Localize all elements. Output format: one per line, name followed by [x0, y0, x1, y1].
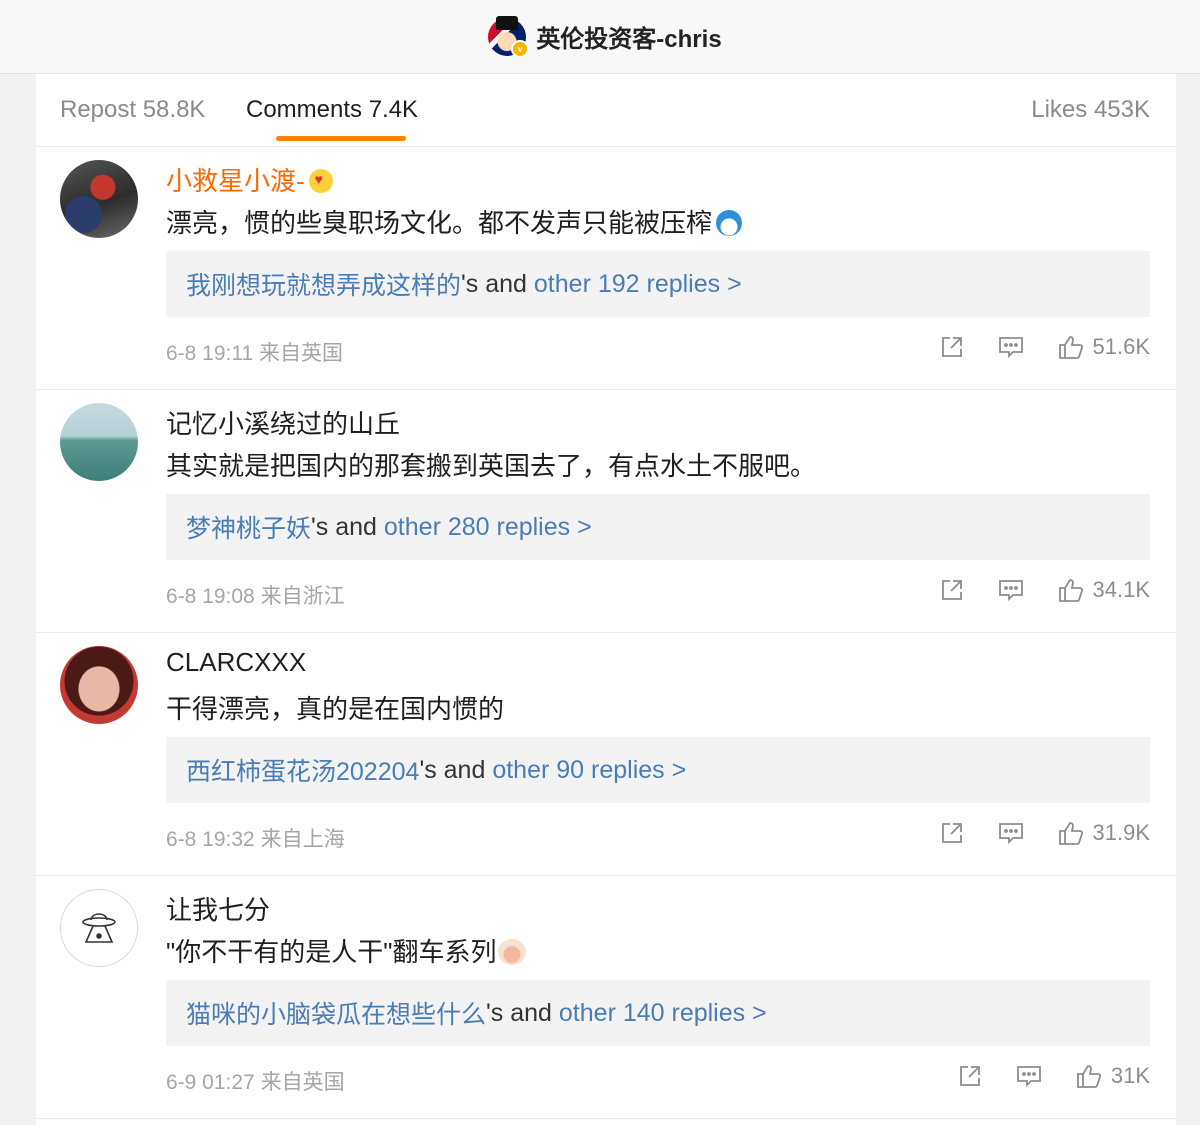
- like-count: 31K: [1110, 1063, 1150, 1088]
- top-bar: v 英伦投资客-chris: [0, 0, 1200, 74]
- reply-button[interactable]: [1015, 1063, 1043, 1089]
- share-button[interactable]: [957, 1063, 983, 1089]
- avatar[interactable]: [60, 646, 138, 724]
- reply-user-link[interactable]: 梦神桃子妖: [186, 509, 311, 545]
- comment-icon: [1016, 1066, 1041, 1088]
- comment-text: 干得漂亮，真的是在国内惯的: [166, 694, 505, 724]
- author-name[interactable]: 英伦投资客-chris: [536, 19, 721, 54]
- tab-repost[interactable]: Repost 58.8K: [60, 96, 205, 124]
- like-count: 31.9K: [1092, 820, 1151, 845]
- ufo-icon: [82, 913, 116, 943]
- comment-text: "你不干有的是人干"翻车系列: [166, 932, 527, 969]
- thumbs-up-icon: [1058, 579, 1083, 602]
- replies-preview[interactable]: 我刚想玩就想弄成这样的's and other 192 replies >: [166, 251, 1150, 317]
- like-count: 34.1K: [1092, 577, 1151, 602]
- comment-item: 小救星小渡- 漂亮，惯的些臭职场文化。都不发声只能被压榨 我刚想玩就想弄成这样的…: [36, 147, 1176, 390]
- author-avatar[interactable]: v: [488, 15, 530, 58]
- commenter-name-text: 小救星小渡-: [166, 166, 305, 196]
- reply-connector: 's and: [486, 998, 559, 1027]
- share-icon: [941, 823, 962, 843]
- more-replies-link[interactable]: other 192 replies >: [534, 270, 742, 299]
- comment-actions: 34.1K: [939, 576, 1151, 604]
- like-button[interactable]: 34.1K: [1057, 576, 1151, 604]
- doraemon-emoji-icon: [716, 210, 743, 236]
- reply-connector: 's and: [311, 512, 384, 541]
- share-icon: [959, 1066, 980, 1086]
- comment-icon: [998, 580, 1023, 602]
- thumbs-up-icon: [1058, 822, 1083, 845]
- fan-badge-icon: [308, 169, 333, 193]
- tab-bar: Repost 58.8K Comments 7.4K Likes 453K: [36, 74, 1176, 147]
- commenter-name[interactable]: 记忆小溪绕过的山丘: [166, 404, 400, 441]
- reply-connector: 's and: [419, 755, 493, 784]
- avatar[interactable]: [60, 889, 138, 967]
- more-replies-link[interactable]: other 90 replies >: [492, 756, 686, 785]
- share-icon: [941, 337, 962, 357]
- commenter-name[interactable]: CLARCXXX: [166, 647, 306, 678]
- comment-text: 漂亮，惯的些臭职场文化。都不发声只能被压榨: [166, 203, 743, 240]
- reply-button[interactable]: [997, 820, 1025, 846]
- active-tab-indicator: [276, 136, 406, 141]
- comment-actions: 51.6K: [939, 333, 1151, 361]
- cow-emoji-icon: [498, 939, 527, 965]
- tab-comments[interactable]: Comments 7.4K: [246, 96, 418, 124]
- like-button[interactable]: 51.6K: [1057, 333, 1151, 361]
- thumbs-up-icon: [1076, 1065, 1101, 1088]
- comment-meta: 6-8 19:11 来自英国: [166, 342, 344, 365]
- thumbs-up-icon: [1058, 336, 1083, 359]
- comment-meta: 6-9 01:27 来自英国: [166, 1071, 345, 1094]
- avatar[interactable]: [60, 403, 138, 481]
- tab-likes[interactable]: Likes 453K: [1031, 96, 1150, 124]
- reply-connector: 's and: [461, 269, 534, 298]
- verified-badge-icon: v: [511, 39, 530, 58]
- comment-item: 让我七分 "你不干有的是人干"翻车系列 猫咪的小脑袋瓜在想些什么's and o…: [36, 876, 1176, 1119]
- share-button[interactable]: [939, 820, 965, 846]
- reply-user-link[interactable]: 我刚想玩就想弄成这样的: [186, 266, 461, 302]
- like-button[interactable]: 31K: [1075, 1062, 1150, 1090]
- share-icon: [941, 580, 962, 600]
- replies-preview[interactable]: 梦神桃子妖's and other 280 replies >: [166, 494, 1150, 560]
- commenter-name[interactable]: 让我七分: [166, 890, 270, 927]
- reply-user-link[interactable]: 猫咪的小脑袋瓜在想些什么: [186, 995, 486, 1031]
- share-button[interactable]: [939, 577, 965, 603]
- comment-icon: [998, 823, 1023, 845]
- comment-actions: 31.9K: [939, 819, 1151, 847]
- comment-icon: [998, 337, 1023, 359]
- reply-button[interactable]: [997, 577, 1025, 603]
- commenter-name[interactable]: 小救星小渡-: [166, 161, 333, 198]
- reply-user-link[interactable]: 西红柿蛋花汤202204: [186, 752, 419, 788]
- comment-item: 记忆小溪绕过的山丘 其实就是把国内的那套搬到英国去了，有点水土不服吧。 梦神桃子…: [36, 390, 1176, 633]
- comment-text-content: 漂亮，惯的些臭职场文化。都不发声只能被压榨: [166, 208, 713, 238]
- comment-item: CLARCXXX 干得漂亮，真的是在国内惯的 西红柿蛋花汤202204's an…: [36, 633, 1176, 876]
- comments-panel: Repost 58.8K Comments 7.4K Likes 453K 小救…: [36, 74, 1176, 1125]
- avatar[interactable]: [60, 160, 138, 238]
- reply-button[interactable]: [997, 334, 1025, 360]
- comment-actions: 31K: [957, 1062, 1150, 1090]
- comment-meta: 6-8 19:32 来自上海: [166, 828, 345, 851]
- replies-preview[interactable]: 西红柿蛋花汤202204's and other 90 replies >: [166, 737, 1150, 803]
- comment-text-content: "你不干有的是人干"翻车系列: [166, 937, 497, 967]
- author-info[interactable]: v 英伦投资客-chris: [488, 15, 722, 58]
- like-button[interactable]: 31.9K: [1057, 819, 1151, 847]
- like-count: 51.6K: [1092, 334, 1151, 359]
- comment-meta: 6-8 19:08 来自浙江: [166, 585, 345, 608]
- share-button[interactable]: [939, 334, 965, 360]
- more-replies-link[interactable]: other 280 replies >: [384, 513, 592, 542]
- replies-preview[interactable]: 猫咪的小脑袋瓜在想些什么's and other 140 replies >: [166, 980, 1150, 1046]
- more-replies-link[interactable]: other 140 replies >: [559, 999, 767, 1028]
- comment-text: 其实就是把国内的那套搬到英国去了，有点水土不服吧。: [166, 451, 817, 481]
